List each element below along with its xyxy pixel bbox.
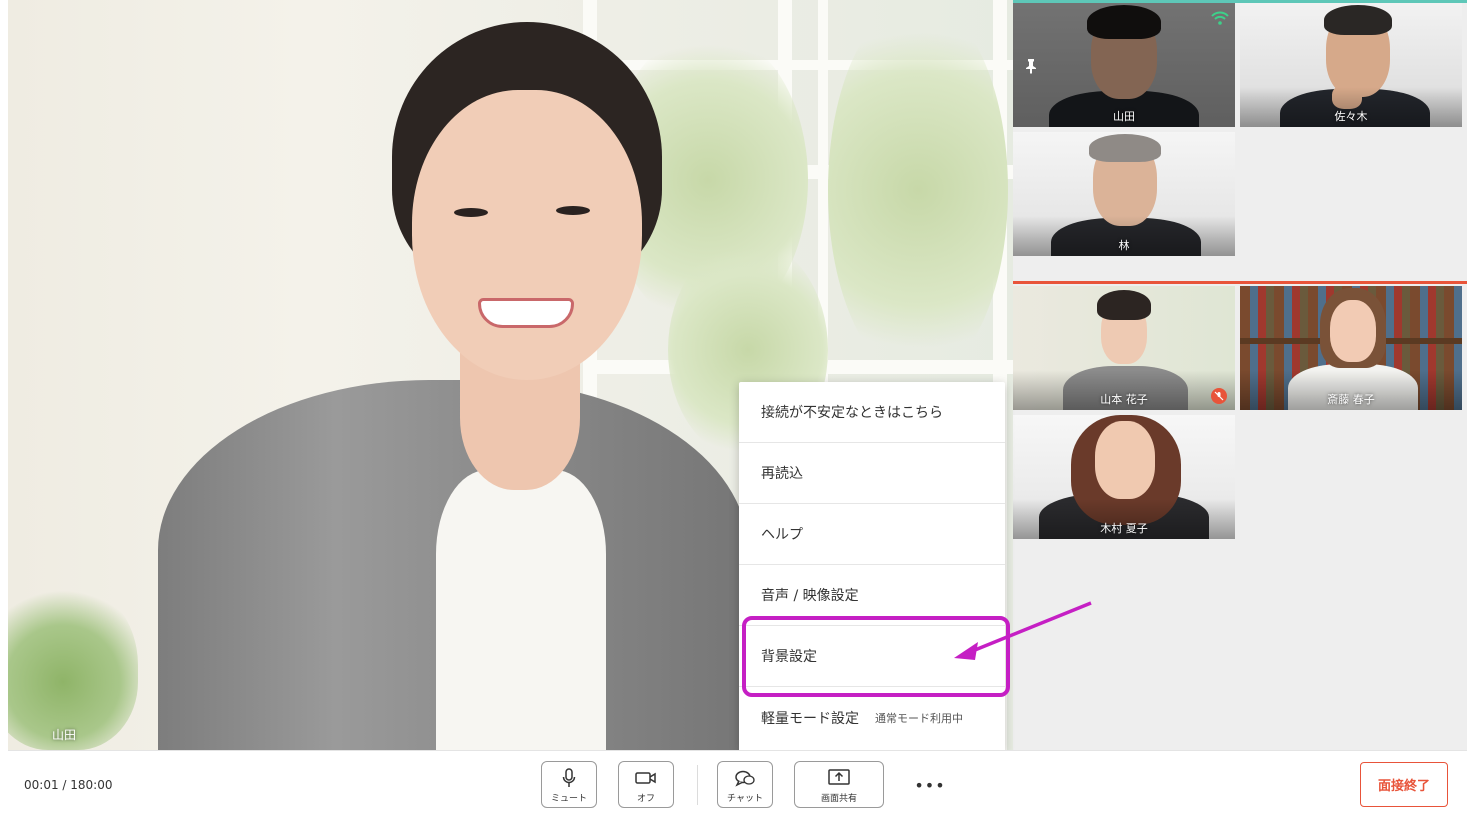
menu-item-label: 再読込 xyxy=(761,466,803,482)
bottom-toolbar: 00:01 / 180:00 ミュート オフ チャット 画面共有 ••• 面接終… xyxy=(8,750,1467,819)
participant-tile[interactable]: 山田 xyxy=(1013,3,1235,127)
speaker-eye xyxy=(454,208,488,217)
participant-tile[interactable]: 山本 花子 xyxy=(1013,286,1235,410)
video-off-button[interactable]: オフ xyxy=(618,761,674,808)
annotation-arrow xyxy=(954,601,1092,660)
participant-name: 山本 花子 xyxy=(1100,393,1148,406)
speaker-eye xyxy=(556,206,590,215)
menu-item-reload[interactable]: 再読込 xyxy=(739,443,1005,504)
participant-tile[interactable]: 斎藤 春子 xyxy=(1240,286,1462,410)
more-options-button[interactable]: ••• xyxy=(912,771,948,799)
participant-name: 山田 xyxy=(1113,110,1135,123)
menu-item-label: ヘルプ xyxy=(761,527,803,543)
wifi-icon xyxy=(1211,10,1229,25)
main-video-name-label: 山田 xyxy=(52,728,77,742)
participant-tile[interactable]: 佐々木 xyxy=(1240,3,1462,127)
screen-share-label: 画面共有 xyxy=(820,794,857,804)
participant-name: 斎藤 春子 xyxy=(1327,393,1375,406)
microphone-icon xyxy=(562,767,576,789)
chat-label: チャット xyxy=(727,794,763,804)
participant-tile[interactable]: 林 xyxy=(1013,132,1235,256)
participant-name: 木村 夏子 xyxy=(1100,522,1148,535)
foliage xyxy=(828,0,1008,380)
menu-item-label: 軽量モード設定 xyxy=(761,710,859,727)
video-interview-app: 山田 山田 佐々木 林 山本 花子 斎藤 春子 木村 夏子 接続が不安定なときは… xyxy=(8,0,1467,819)
participant-name: 佐々木 xyxy=(1334,110,1368,123)
menu-item-label: 接続が不安定なときはこちら xyxy=(761,405,943,421)
participant-name: 林 xyxy=(1118,239,1130,252)
screen-share-button[interactable]: 画面共有 xyxy=(794,761,884,808)
houseplant xyxy=(8,580,138,750)
end-interview-button[interactable]: 面接終了 xyxy=(1360,762,1448,807)
video-off-label: オフ xyxy=(636,794,655,804)
mute-button[interactable]: ミュート xyxy=(541,761,597,808)
camera-icon xyxy=(635,767,657,789)
toolbar-divider xyxy=(697,765,698,805)
speaker-face xyxy=(412,90,642,380)
mute-label: ミュート xyxy=(550,794,587,804)
chat-bubble-icon xyxy=(734,767,756,789)
menu-item-label: 音声 / 映像設定 xyxy=(761,588,859,604)
participant-tile[interactable]: 木村 夏子 xyxy=(1013,415,1235,539)
speaker-smile xyxy=(478,298,574,328)
menu-item-connection-help[interactable]: 接続が不安定なときはこちら xyxy=(739,382,1005,443)
screen-share-icon xyxy=(828,767,850,789)
light-mode-status: 通常モード利用中 xyxy=(875,711,963,725)
session-timer: 00:01 / 180:00 xyxy=(24,778,113,792)
active-group-border xyxy=(1013,281,1467,284)
pin-icon[interactable] xyxy=(1025,58,1037,74)
chat-button[interactable]: チャット xyxy=(717,761,773,808)
speaker-blouse xyxy=(436,470,606,750)
menu-item-help[interactable]: ヘルプ xyxy=(739,504,1005,565)
